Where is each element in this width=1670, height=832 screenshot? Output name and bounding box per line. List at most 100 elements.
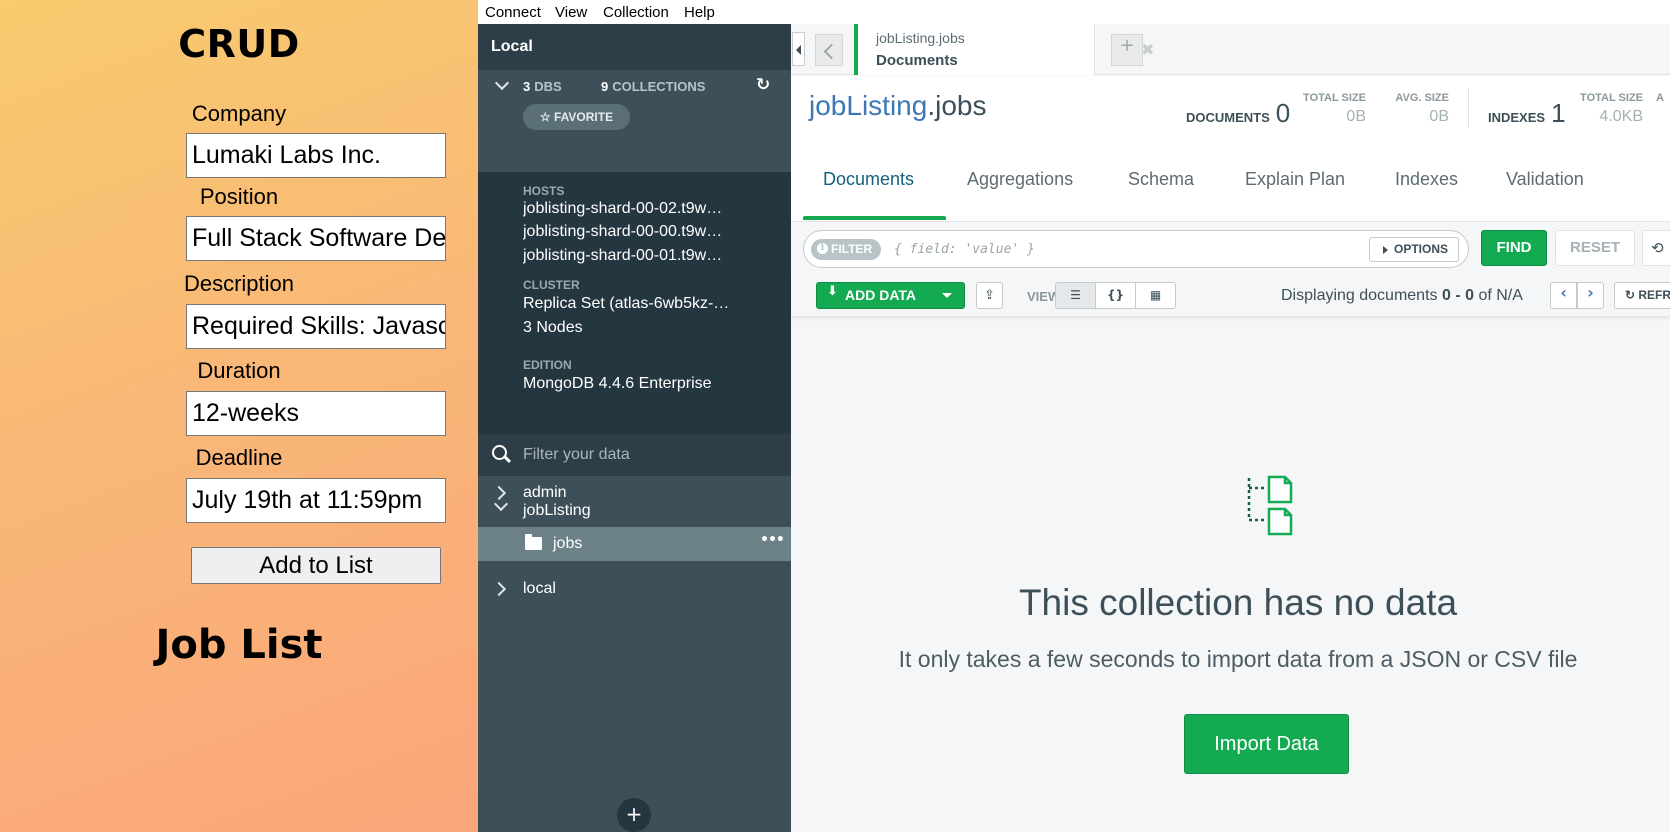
tab-documents[interactable]: Documents: [823, 169, 914, 190]
menu-connect[interactable]: Connect: [485, 4, 541, 21]
menu-bar: Connect View Collection Help: [478, 0, 1670, 24]
duration-input[interactable]: 12-weeks: [186, 391, 446, 436]
crud-app-panel: CRUD Company Lumaki Labs Inc. Position F…: [0, 0, 478, 832]
reset-button[interactable]: RESET: [1555, 230, 1635, 266]
refresh-button[interactable]: ↻ REFRESH: [1614, 282, 1670, 309]
description-label: Description: [183, 271, 295, 296]
instance-info: HOSTS joblisting-shard-00-02.t9w… joblis…: [478, 172, 791, 434]
connection-title: Local: [491, 38, 533, 55]
tab-joblisting-jobs[interactable]: jobListing.jobs Documents ✖: [854, 24, 1154, 75]
favorite-button[interactable]: ☆ FAVORITE: [523, 104, 630, 130]
collection-namespace: jobListing.jobs: [809, 90, 987, 121]
filter-box[interactable]: FILTER { field: 'value' } OPTIONS: [803, 230, 1469, 268]
filter-input[interactable]: { field: 'value' }: [894, 242, 1035, 257]
total-size-metric: TOTAL SIZE 0B: [1303, 92, 1366, 125]
duration-label: Duration: [197, 358, 281, 383]
import-data-button[interactable]: Import Data: [1184, 714, 1349, 774]
tab-explain-plan[interactable]: Explain Plan: [1245, 169, 1345, 190]
chevron-left-icon: ‹: [1560, 283, 1567, 302]
braces-icon: {}: [1106, 288, 1125, 302]
collections-count: 9 COLLECTIONS: [601, 79, 706, 94]
list-view-button[interactable]: ☰: [1055, 282, 1096, 309]
cluster-value: Replica Set (atlas-6wb5kz-…: [523, 295, 730, 312]
sidebar-header[interactable]: Local: [478, 24, 791, 70]
chevron-down-icon: [493, 496, 509, 512]
indexes-metric: INDEXES 1: [1488, 98, 1566, 128]
tab-indexes[interactable]: Indexes: [1395, 169, 1458, 190]
db-name: jobListing: [523, 502, 591, 519]
active-tab-indicator: [803, 216, 946, 220]
chevron-right-icon: ›: [1587, 283, 1594, 302]
close-icon[interactable]: ✖: [1141, 40, 1154, 59]
dbs-count: 3 DBS: [523, 79, 562, 94]
folder-icon: [525, 534, 542, 550]
menu-view[interactable]: View: [555, 4, 587, 21]
tab-aggregations[interactable]: Aggregations: [967, 169, 1073, 190]
find-button[interactable]: FIND: [1481, 230, 1547, 266]
add-to-list-button[interactable]: Add to List: [191, 547, 441, 584]
search-icon: [492, 445, 507, 460]
host-item: joblisting-shard-00-00.t9w…: [523, 223, 723, 240]
sidebar-item-jobs[interactable]: jobs •••: [478, 527, 791, 561]
deadline-label: Deadline: [195, 445, 283, 470]
tab-subtitle: Documents: [876, 52, 958, 69]
empty-collection-icon: [1247, 475, 1293, 536]
edition-value: MongoDB 4.4.6 Enterprise: [523, 375, 712, 392]
export-button[interactable]: ⇪: [976, 282, 1003, 309]
add-data-button[interactable]: ⬇ ADD DATA: [816, 282, 965, 309]
ellipsis-icon[interactable]: •••: [760, 532, 785, 548]
deadline-input[interactable]: July 19th at 11:59pm: [186, 478, 446, 523]
menu-collection[interactable]: Collection: [603, 4, 669, 21]
db-name: local: [523, 580, 556, 597]
tab-schema[interactable]: Schema: [1128, 169, 1194, 190]
hosts-label: HOSTS: [523, 184, 565, 198]
sidebar-item-local[interactable]: local: [478, 572, 791, 606]
cluster-label: CLUSTER: [523, 278, 580, 292]
database-link[interactable]: jobListing: [809, 90, 927, 121]
table-icon: ▦: [1149, 288, 1162, 302]
crud-title: CRUD: [178, 22, 300, 66]
new-tab-button[interactable]: +: [1111, 34, 1143, 66]
sidebar-filter[interactable]: Filter your data: [478, 434, 791, 476]
back-button[interactable]: [815, 34, 843, 66]
refresh-icon[interactable]: ↻: [756, 75, 770, 95]
menu-help[interactable]: Help: [684, 4, 715, 21]
display-count: Displaying documents 0 - 0 of N/A: [1281, 287, 1523, 304]
collection-header: jobListing.jobs DOCUMENTS 0 TOTAL SIZE 0B …: [791, 76, 1670, 222]
query-bar: FILTER { field: 'value' } OPTIONS FIND R…: [791, 222, 1670, 275]
create-database-button[interactable]: +: [617, 798, 651, 832]
list-icon: ☰: [1070, 288, 1081, 302]
caret-down-icon: [942, 293, 952, 298]
filter-label: FILTER: [811, 239, 881, 260]
company-input[interactable]: Lumaki Labs Inc.: [186, 133, 446, 178]
tab-namespace: jobListing.jobs: [876, 30, 965, 46]
sidebar: Local 3 DBS 9 COLLECTIONS ↻ ☆ FAVORITE HOS…: [478, 24, 791, 832]
history-icon[interactable]: ⟲: [1642, 230, 1670, 266]
index-total-size-metric: TOTAL SIZE 4.0KB: [1580, 92, 1643, 125]
next-page-button[interactable]: ›: [1577, 282, 1604, 309]
index-avg-metric: A: [1656, 92, 1664, 104]
json-view-button[interactable]: {}: [1095, 282, 1136, 309]
collapse-sidebar-button[interactable]: [792, 32, 805, 66]
collection-name: jobs: [553, 535, 583, 552]
empty-state-subtitle: It only takes a few seconds to import da…: [898, 646, 1578, 672]
filter-input[interactable]: Filter your data: [523, 446, 630, 464]
tab-bar: jobListing.jobs Documents ✖ +: [791, 24, 1670, 75]
table-view-button[interactable]: ▦: [1135, 282, 1176, 309]
documents-metric: DOCUMENTS 0: [1186, 98, 1291, 128]
main-panel: jobListing.jobs Documents ✖ + jobListing…: [791, 24, 1670, 832]
sidebar-item-joblisting[interactable]: jobListing: [478, 492, 791, 526]
prev-page-button[interactable]: ‹: [1550, 282, 1577, 309]
company-label: Company: [191, 101, 287, 126]
position-input[interactable]: Full Stack Software Developer: [186, 216, 446, 261]
host-item: joblisting-shard-00-01.t9w…: [523, 247, 723, 264]
chevron-down-icon[interactable]: [494, 75, 510, 91]
tab-validation[interactable]: Validation: [1506, 169, 1584, 190]
documents-toolbar: ⬇ ADD DATA ⇪ VIEW ☰ {} ▦ Displaying docu…: [791, 275, 1670, 317]
instance-stats: 3 DBS 9 COLLECTIONS ↻ ☆ FAVORITE: [478, 70, 791, 172]
download-icon: ⬇: [827, 284, 838, 299]
options-button[interactable]: OPTIONS: [1369, 237, 1459, 262]
description-input[interactable]: Required Skills: Javascript: [186, 304, 446, 349]
empty-state-title: This collection has no data: [1018, 582, 1458, 623]
position-label: Position: [199, 184, 279, 209]
